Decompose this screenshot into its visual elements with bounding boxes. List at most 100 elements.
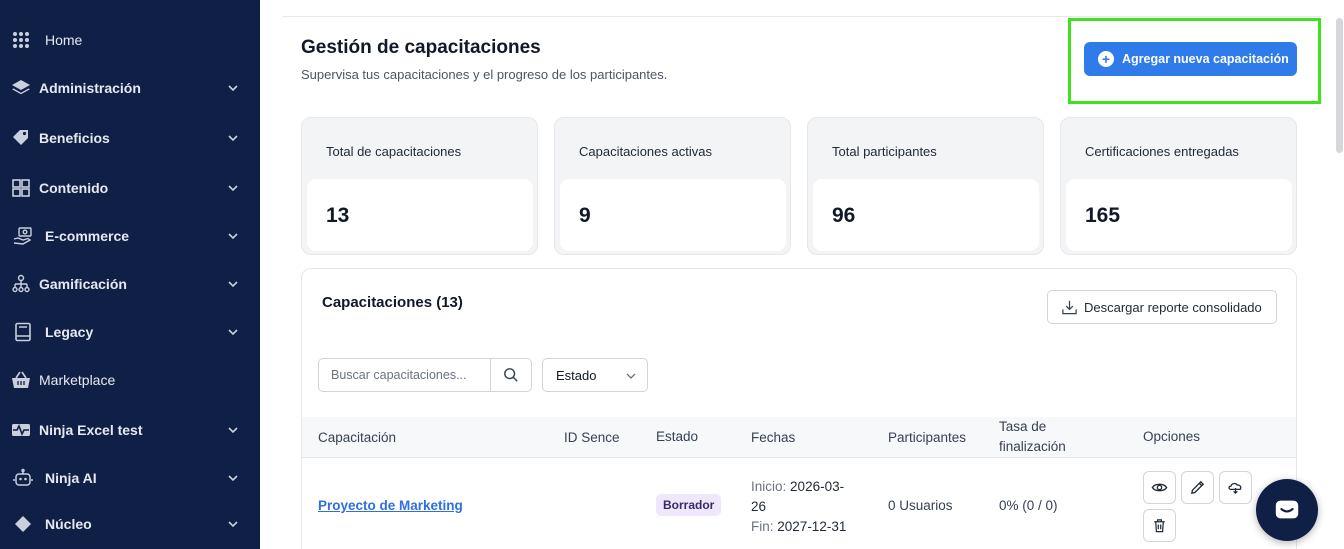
status-filter-select[interactable]: Estado [542, 358, 648, 392]
add-training-label: Agregar nueva capacitación [1122, 52, 1289, 66]
stat-card-participants: Total participantes 96 [807, 117, 1044, 255]
end-value: 2027-12-31 [777, 519, 847, 534]
chat-button[interactable] [1256, 479, 1318, 541]
diamond-icon [12, 513, 34, 535]
layers-icon [10, 77, 32, 99]
page-subtitle: Supervisa tus capacitaciones y el progre… [301, 67, 668, 82]
column-header-participants: Participantes [888, 430, 967, 445]
sidebar-item-label: Administración [39, 80, 141, 96]
stat-value: 165 [1085, 204, 1121, 227]
chevron-down-icon [228, 329, 238, 336]
course-link[interactable]: Proyecto de Marketing [318, 498, 463, 513]
cloud-button[interactable] [1219, 471, 1252, 504]
status-badge: Borrador [656, 494, 722, 516]
stat-card-certifications: Certificaciones entregadas 165 [1060, 117, 1297, 255]
table-header: Capacitación ID Sence Estado Fechas Part… [302, 417, 1296, 458]
sidebar-item-legacy[interactable]: Legacy [0, 312, 260, 352]
participants-cell: 0 Usuarios [888, 498, 953, 513]
sidebar-item-contenido[interactable]: Contenido [0, 168, 260, 208]
sidebar-item-home[interactable]: Home [0, 20, 260, 60]
eye-icon [1151, 483, 1168, 492]
stat-inner: 165 [1066, 179, 1292, 251]
column-header-rate: Tasa de finalización [999, 417, 1066, 457]
sidebar-item-label: Marketplace [39, 372, 116, 388]
sidebar-item-label: Legacy [45, 324, 94, 340]
column-header-options: Opciones [1143, 429, 1201, 444]
sidebar-item-label: Beneficios [39, 130, 110, 146]
end-label: Fin: [751, 519, 774, 534]
sidebar-item-administracion[interactable]: Administración [0, 68, 260, 108]
start-value-cont: 26 [751, 499, 767, 514]
stat-label: Certificaciones entregadas [1085, 144, 1239, 159]
edit-button[interactable] [1181, 471, 1214, 504]
search-box [318, 358, 532, 392]
chevron-down-icon [228, 475, 238, 482]
column-header-rate-line1: Tasa de [999, 419, 1047, 434]
pencil-icon [1190, 480, 1205, 495]
start-label: Inicio: [751, 479, 787, 494]
hand-money-icon [12, 225, 34, 247]
sidebar-item-label: Núcleo [45, 516, 92, 532]
download-icon [1062, 300, 1077, 314]
layout-icon [10, 177, 32, 199]
stat-value: 96 [832, 204, 856, 227]
column-header-status: Estado [656, 429, 699, 444]
search-button[interactable] [491, 359, 531, 391]
stat-card-total: Total de capacitaciones 13 [301, 117, 538, 255]
divider [282, 16, 1322, 17]
stat-inner: 96 [813, 179, 1039, 251]
search-icon [504, 368, 518, 382]
table-title: Capacitaciones (13) [322, 294, 463, 311]
delete-button[interactable] [1143, 509, 1176, 542]
view-button[interactable] [1143, 471, 1176, 504]
sidebar: Home Administración Beneficios Contenido [0, 0, 260, 549]
chevron-down-icon [626, 373, 636, 379]
add-training-button[interactable]: + Agregar nueva capacitación [1084, 42, 1297, 76]
book-icon [12, 321, 34, 343]
column-header-dates: Fechas [751, 430, 796, 445]
column-header-rate-line2: finalización [999, 439, 1066, 454]
sidebar-item-label: Ninja AI [45, 470, 97, 486]
pulse-icon [10, 419, 32, 441]
sidebar-item-beneficios[interactable]: Beneficios [0, 118, 260, 158]
trash-icon [1154, 519, 1165, 533]
search-input[interactable] [319, 359, 491, 391]
start-value: 2026-03- [790, 479, 845, 494]
stat-value: 9 [579, 204, 591, 227]
stat-value: 13 [326, 204, 350, 227]
column-header-course: Capacitación [318, 430, 397, 445]
download-report-button[interactable]: Descargar reporte consolidado [1047, 290, 1277, 324]
sidebar-item-label: E-commerce [45, 228, 130, 244]
hierarchy-icon [10, 273, 32, 295]
sidebar-item-gamificacion[interactable]: Gamificación [0, 264, 260, 304]
chevron-down-icon [228, 85, 238, 92]
stat-card-active: Capacitaciones activas 9 [554, 117, 791, 255]
column-header-sence: ID Sence [564, 430, 620, 445]
table-row: Proyecto de Marketing Borrador Inicio: 2… [302, 458, 1296, 549]
tag-icon [10, 127, 32, 149]
page-title: Gestión de capacitaciones [301, 37, 541, 58]
cloud-icon [1228, 482, 1242, 495]
robot-icon [12, 467, 34, 489]
sidebar-item-ninja-ai[interactable]: Ninja AI [0, 458, 260, 498]
sidebar-item-label: Gamificación [39, 276, 127, 292]
chevron-down-icon [228, 521, 238, 528]
dates-cell: Inicio: 2026-03- 26 Fin: 2027-12-31 [751, 477, 861, 537]
sidebar-item-marketplace[interactable]: Marketplace [0, 360, 260, 400]
sidebar-item-nucleo[interactable]: Núcleo [0, 504, 260, 544]
stat-inner: 13 [307, 179, 533, 251]
grid-icon [10, 29, 32, 51]
stat-inner: 9 [560, 179, 786, 251]
stat-label: Capacitaciones activas [579, 144, 712, 159]
download-report-label: Descargar reporte consolidado [1084, 299, 1262, 315]
chat-icon [1275, 500, 1299, 519]
rate-cell: 0% (0 / 0) [999, 498, 1058, 513]
chevron-down-icon [228, 135, 238, 142]
sidebar-item-e-commerce[interactable]: E-commerce [0, 216, 260, 256]
trainings-table-card: Capacitaciones (13) Descargar reporte co… [301, 268, 1297, 549]
main-content: Gestión de capacitaciones Supervisa tus … [260, 0, 1344, 549]
sidebar-item-ninja-excel-test[interactable]: Ninja Excel test [0, 410, 260, 450]
scrollbar[interactable] [1336, 18, 1343, 153]
status-filter-value: Estado [556, 367, 597, 383]
app-root: Home Administración Beneficios Contenido [0, 0, 1344, 549]
